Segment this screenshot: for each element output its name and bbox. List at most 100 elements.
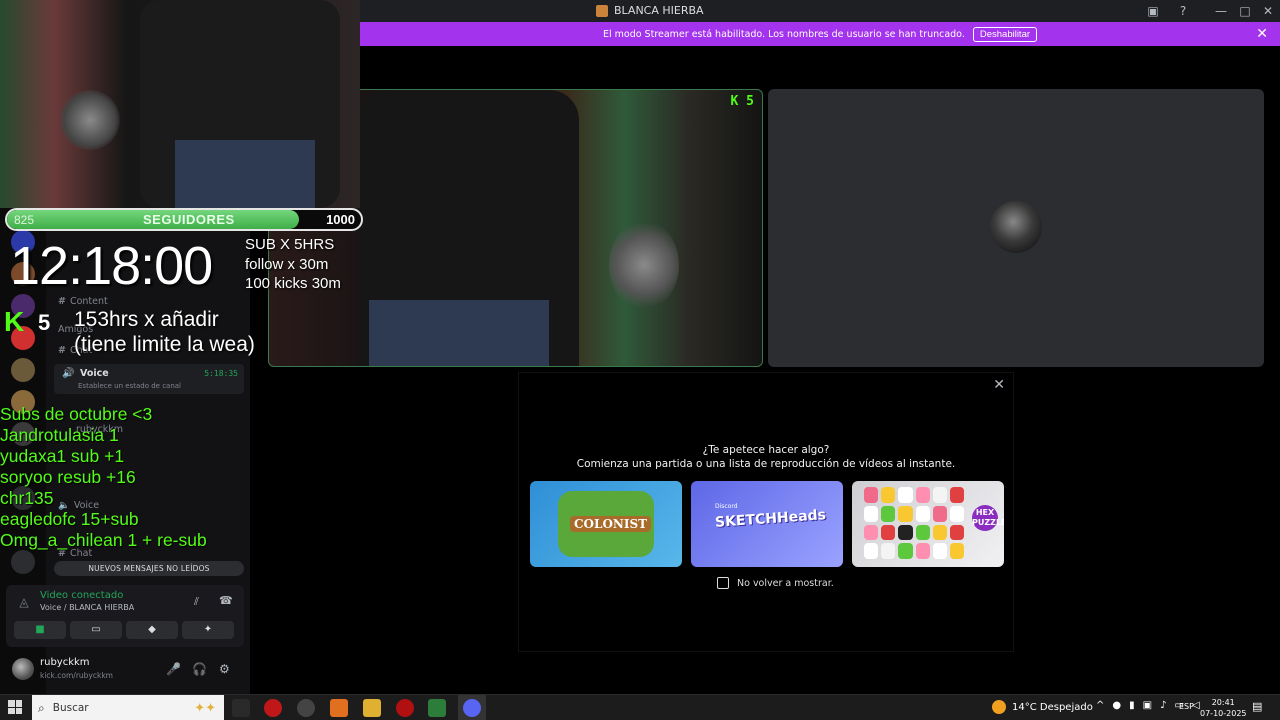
dont-show-again[interactable]: No volver a mostrar. xyxy=(717,577,834,589)
store-icon[interactable] xyxy=(428,699,446,717)
clock-date: 07-10-2025 xyxy=(1200,709,1247,718)
subs-line: chr135 xyxy=(0,488,54,508)
rule-line: 100 kicks 30m xyxy=(245,275,341,292)
active-voice-channel[interactable]: 🔊 Voice 5:18:35 Establece un estado de c… xyxy=(54,364,244,394)
game-card-hex-puzzle[interactable]: HEX PUZZLE xyxy=(852,481,1004,567)
voice-status: Video conectado xyxy=(40,590,124,601)
follower-goal-bar: 825 SEGUIDORES 1000 xyxy=(5,208,363,231)
close-window-button[interactable]: ✕ xyxy=(1260,3,1276,19)
voice-connected-panel: ◬ Video conectado Voice / BLANCA HIERBA … xyxy=(6,585,244,647)
kick-badge: K 5 xyxy=(730,94,754,109)
dont-show-checkbox[interactable] xyxy=(717,577,729,589)
voice-channel-path[interactable]: Voice / BLANCA HIERBA xyxy=(40,603,134,612)
subs-line: yudaxa1 sub +1 xyxy=(0,446,125,466)
hash-icon: # xyxy=(58,345,66,356)
clock-time: 20:41 xyxy=(1211,698,1235,707)
language-indicator[interactable]: ESP xyxy=(1179,702,1194,711)
file-explorer-icon[interactable] xyxy=(363,699,381,717)
user-avatar[interactable] xyxy=(12,658,34,680)
new-unread-messages-bar[interactable]: NUEVOS MENSAJES NO LEÍDOS xyxy=(54,561,244,576)
activity-launcher: ✕ ¿Te apetece hacer algo? Comienza una p… xyxy=(518,372,1014,652)
subs-line: Omg_a_chilean 1 + re-sub xyxy=(0,530,207,550)
window-title-text: BLANCA HIERBA xyxy=(614,4,704,17)
subs-line: soryoo resub +16 xyxy=(0,467,136,487)
minimize-button[interactable]: — xyxy=(1213,3,1229,19)
username[interactable]: rubyckkm xyxy=(40,657,90,668)
sketchheads-publisher: Discord xyxy=(715,503,738,510)
webcam-microphone xyxy=(60,90,120,150)
signal-icon[interactable]: ◬ xyxy=(14,595,34,615)
search-highlight-icon: ✦✦ xyxy=(194,700,216,716)
speaker-icon: 🔊 xyxy=(62,368,75,379)
window-title: BLANCA HIERBA xyxy=(596,4,704,17)
start-button[interactable] xyxy=(8,700,22,714)
weather-icon xyxy=(992,700,1006,714)
colonist-label: COLONIST xyxy=(570,516,652,532)
discover-icon[interactable] xyxy=(11,550,35,574)
headphones-icon[interactable]: 🎧 xyxy=(192,662,207,676)
user-tile[interactable] xyxy=(768,89,1264,367)
rule-line: follow x 30m xyxy=(245,255,329,273)
tray-app-icon-2[interactable]: ▣ xyxy=(1143,700,1152,711)
disable-streamer-button[interactable]: Deshabilitar xyxy=(972,26,1038,42)
hours-line: (tiene limite la wea) xyxy=(74,333,255,356)
server-icon-5[interactable] xyxy=(11,358,35,382)
webcam-overlay xyxy=(0,0,360,208)
search-placeholder: Buscar xyxy=(52,702,89,714)
channel-status-prompt[interactable]: Establece un estado de canal xyxy=(78,382,181,390)
subs-line: eagledofc 15+sub xyxy=(0,509,139,529)
taskbar-search[interactable]: ⌕ Buscar ✦✦ xyxy=(32,695,224,720)
discord-icon[interactable] xyxy=(463,699,481,717)
screen: BLANCA HIERBA ▣ ? — □ ✕ El modo Streamer… xyxy=(0,0,1280,720)
tray-expand-icon[interactable]: ^ xyxy=(1096,700,1104,711)
hex-puzzle-label: HEX PUZZLE xyxy=(972,505,1004,531)
subathon-timer: 12:18:00 xyxy=(10,236,213,296)
hours-line: 153hrs x añadir xyxy=(74,308,219,331)
disconnect-icon[interactable]: ☎ xyxy=(219,594,233,607)
noise-suppression-icon[interactable]: ⫽ xyxy=(194,595,199,609)
app-icon-red[interactable] xyxy=(396,699,414,717)
subs-line: Subs de octubre <3 xyxy=(0,404,153,424)
hex-tiles xyxy=(864,487,964,559)
game-card-sketchheads[interactable]: Discord SKETCHHeads xyxy=(691,481,843,567)
notifications-icon[interactable]: ▤ xyxy=(1252,700,1262,713)
hours-to-add: 153hrs x añadir (tiene limite la wea) xyxy=(74,307,255,357)
camera-button[interactable]: ■ xyxy=(14,621,66,639)
mic-tray-icon[interactable]: ▮ xyxy=(1129,700,1135,711)
close-activity-icon[interactable]: ✕ xyxy=(993,377,1005,393)
inbox-icon[interactable]: ▣ xyxy=(1145,3,1161,19)
follower-current: 825 xyxy=(14,213,35,227)
activities-button[interactable]: ◆ xyxy=(126,621,178,639)
help-icon[interactable]: ? xyxy=(1175,3,1191,19)
task-view-icon[interactable] xyxy=(232,699,250,717)
sketchheads-label: SKETCHHeads xyxy=(714,507,827,531)
close-banner-icon[interactable]: ✕ xyxy=(1256,26,1268,42)
volume-icon[interactable]: ♪ xyxy=(1160,700,1166,711)
activity-subheading: Comienza una partida o una lista de repr… xyxy=(576,458,956,470)
opera-icon[interactable] xyxy=(264,699,282,717)
subs-list: Subs de octubre <3 Jandrotulasia 1 yudax… xyxy=(0,404,207,551)
game-card-colonist[interactable]: COLONIST xyxy=(530,481,682,567)
streamer-mode-text: El modo Streamer está habilitado. Los no… xyxy=(602,28,965,40)
weather-widget[interactable]: 14°C Despejado xyxy=(992,700,1093,714)
settings-gear-icon[interactable]: ⚙ xyxy=(219,662,230,676)
kick-logo-icon: K xyxy=(4,306,25,337)
stream-jeans xyxy=(369,300,549,366)
share-screen-button[interactable]: ▭ xyxy=(70,621,122,639)
clock[interactable]: 20:41 07-10-2025 xyxy=(1200,697,1247,719)
app-icon-orange[interactable] xyxy=(330,699,348,717)
voice-duration: 5:18:35 xyxy=(204,369,238,378)
subs-line: Jandrotulasia 1 xyxy=(0,425,119,445)
rule-line: SUB X 5HRS xyxy=(245,236,335,253)
webcam-jeans xyxy=(175,140,315,208)
participant-avatar xyxy=(990,201,1042,253)
tray-app-icon[interactable]: ● xyxy=(1112,700,1121,711)
obs-icon[interactable] xyxy=(297,699,315,717)
stream-microphone xyxy=(609,220,679,310)
channel-content[interactable]: # Content xyxy=(58,296,108,307)
microphone-icon[interactable]: 🎤 xyxy=(166,662,181,676)
streamer-mode-banner: El modo Streamer está habilitado. Los no… xyxy=(360,22,1280,46)
soundboard-button[interactable]: ✦ xyxy=(182,621,234,639)
maximize-button[interactable]: □ xyxy=(1237,3,1253,19)
subathon-rules: SUB X 5HRS follow x 30m 100 kicks 30m xyxy=(245,235,341,294)
